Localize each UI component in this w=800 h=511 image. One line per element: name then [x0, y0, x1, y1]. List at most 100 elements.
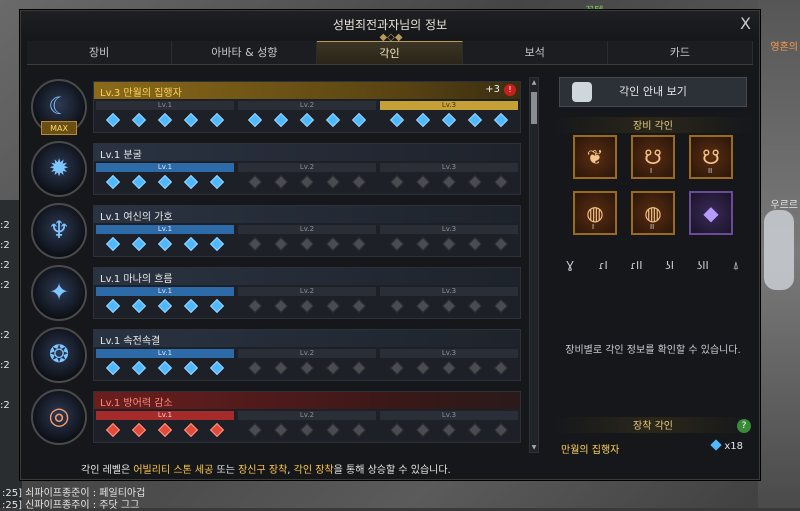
engraving-point-icon: [209, 112, 225, 128]
slot-tier: II: [650, 223, 655, 231]
level-segment: Lv.2: [238, 101, 376, 131]
engraving-point-icon: [209, 422, 225, 438]
ring2-filter-icon[interactable]: ʖII: [690, 257, 716, 275]
level-segment: Lv.1: [96, 287, 234, 317]
engraving-levels: Lv.1 Lv.2 Lv.3: [96, 349, 518, 379]
engraving-row[interactable]: ♆ Lv.1 여신의 가호 Lv.1 Lv.2 Lv.3: [31, 201, 521, 261]
level-segment: Lv.3: [380, 287, 518, 317]
earring-icon: ☋: [702, 145, 720, 169]
necklace-icon: ❦: [586, 145, 604, 169]
level-label: Lv.1: [96, 411, 234, 420]
engraving-point-icon: [493, 298, 509, 314]
engraving-point-icon: [183, 174, 199, 190]
moon-icon: ☾: [48, 92, 70, 120]
level-segment: Lv.2: [238, 349, 376, 379]
slot-tier: I: [650, 167, 653, 175]
level-segment: Lv.3: [380, 349, 518, 379]
alert-icon[interactable]: !: [504, 84, 516, 96]
level-segment: Lv.2: [238, 411, 376, 441]
engraving-row[interactable]: ☾ MAX Lv.3 만월의 집행자 +3! Lv.1 Lv.2 Lv.3: [31, 77, 521, 137]
engraving-portrait: ❂: [31, 327, 87, 383]
engraving-name: Lv.1 마나의 흐름: [100, 274, 173, 285]
equipment-engraving-panel: 각인 안내 보기 장비 각인 ❦ ☋ I ☋ II ◍ I ◍ II ◆ ƔɾI ɾII ʖI ʖII ⍋…: [553, 77, 753, 456]
engraving-point-icon: [157, 360, 173, 376]
equipment-slot[interactable]: ◍ I: [573, 191, 617, 235]
level-label: Lv.3: [380, 287, 518, 296]
slot-filter-bar: ƔɾI ɾII ʖI ʖII ⍋: [557, 257, 749, 275]
engraving-point-icon: [467, 422, 483, 438]
engraving-row[interactable]: ◎ Lv.1 방어력 감소 Lv.1 Lv.2 Lv.3: [31, 387, 521, 447]
engraving-point-icon: [493, 236, 509, 252]
engraving-row[interactable]: ❂ Lv.1 속전속결 Lv.1 Lv.2 Lv.3: [31, 325, 521, 385]
engraving-bar: Lv.1 분굴 Lv.1 Lv.2 Lv.3: [93, 143, 521, 195]
engraving-point-icon: [325, 236, 341, 252]
level-segment: Lv.1: [96, 411, 234, 441]
engraving-point-icon: [273, 112, 289, 128]
engraving-point-icon: [467, 112, 483, 128]
equipment-slot[interactable]: ◍ II: [631, 191, 675, 235]
level-segment: Lv.1: [96, 225, 234, 255]
engraving-point-icon: [183, 236, 199, 252]
engraving-point-icon: [247, 360, 263, 376]
shield-break-icon: ◎: [48, 402, 70, 430]
engraving-point-icon: [105, 422, 121, 438]
engraving-point-icon: [389, 422, 405, 438]
engraving-point-icon: [131, 112, 147, 128]
engraving-point-icon: [131, 360, 147, 376]
equipped-engraving-header: 장착 각인: [553, 417, 753, 433]
note-text: 또는: [213, 465, 239, 476]
tab-avatar[interactable]: 아바타 & 성향: [172, 41, 318, 64]
tab-engraving[interactable]: 각인: [317, 41, 463, 64]
equipped-engraving-row[interactable]: 만월의 집행자 x18: [561, 439, 747, 456]
level-label: Lv.3: [380, 163, 518, 172]
equipment-slot[interactable]: ◆: [689, 191, 733, 235]
earring1-filter-icon[interactable]: ɾI: [590, 257, 616, 275]
engraving-point-icon: [273, 298, 289, 314]
close-button[interactable]: X: [740, 14, 751, 33]
level-label: Lv.1: [96, 225, 234, 234]
engraving-point-icon: [247, 112, 263, 128]
engraving-point-icon: [467, 298, 483, 314]
equipment-slot[interactable]: ☋ II: [689, 135, 733, 179]
earring2-filter-icon[interactable]: ɾII: [623, 257, 649, 275]
tab-equipment[interactable]: 장비: [27, 41, 173, 64]
equipped-engraving-name: 만월의 집행자: [561, 445, 620, 456]
engraving-guide-button[interactable]: 각인 안내 보기: [559, 77, 747, 107]
scroll-up-icon[interactable]: ▲: [530, 79, 538, 86]
equipment-slot[interactable]: ☋ I: [631, 135, 675, 179]
engraving-point-icon: [273, 360, 289, 376]
engraving-row[interactable]: ✹ Lv.1 분굴 Lv.1 Lv.2 Lv.3: [31, 139, 521, 199]
chat-line: :2: [0, 220, 10, 231]
engraving-point-icon: [351, 298, 367, 314]
engraving-header: Lv.1 방어력 감소: [94, 392, 520, 409]
ring1-filter-icon[interactable]: ʖI: [657, 257, 683, 275]
engraving-name: Lv.3 만월의 집행자: [100, 88, 182, 99]
tab-cards[interactable]: 카드: [607, 41, 754, 64]
engraving-point-icon: [299, 174, 315, 190]
scrollbar[interactable]: ▲ ▼: [529, 77, 539, 453]
engraving-header: Lv.1 마나의 흐름: [94, 268, 520, 285]
engraving-point-icon: [351, 174, 367, 190]
engraving-levels: Lv.1 Lv.2 Lv.3: [96, 101, 518, 131]
engraving-bar: Lv.3 만월의 집행자 +3! Lv.1 Lv.2 Lv.3: [93, 81, 521, 133]
scroll-thumb[interactable]: [531, 92, 537, 124]
equipment-slot[interactable]: ❦: [573, 135, 617, 179]
engraving-point-icon: [493, 422, 509, 438]
engraving-point-icon: [325, 298, 341, 314]
scroll-down-icon[interactable]: ▼: [530, 444, 538, 451]
engraving-point-icon: [389, 174, 405, 190]
engraving-row[interactable]: ✦ Lv.1 마나의 흐름 Lv.1 Lv.2 Lv.3: [31, 263, 521, 323]
engraving-portrait: ◎: [31, 389, 87, 445]
ring-icon: ◍: [586, 201, 604, 225]
engraving-point-icon: [247, 298, 263, 314]
engraving-point-icon: [493, 112, 509, 128]
engraving-point-icon: [273, 422, 289, 438]
tab-gems[interactable]: 보석: [462, 41, 608, 64]
engraving-point-icon: [441, 112, 457, 128]
help-icon[interactable]: ?: [737, 419, 751, 433]
stone-filter-icon[interactable]: ⍋: [723, 257, 749, 275]
engraving-point-icon: [415, 112, 431, 128]
necklace-filter-icon[interactable]: Ɣ: [557, 257, 583, 275]
level-segment: Lv.3: [380, 163, 518, 193]
equipment-info-text: 장비별로 각인 정보를 확인할 수 있습니다.: [565, 345, 741, 356]
